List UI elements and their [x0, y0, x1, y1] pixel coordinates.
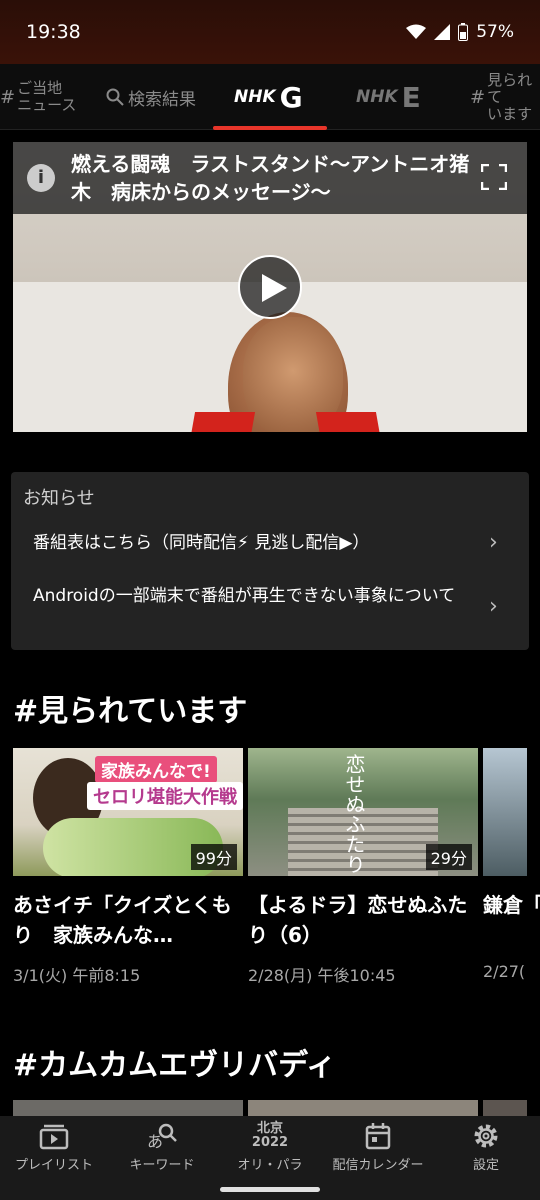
channel-tabs: # ご当地 ニュース 検索結果 NHK G NHK E # 見られて います [0, 64, 540, 130]
beijing-icon-line1: 北京 [256, 1121, 283, 1136]
hash-icon: # [470, 86, 486, 108]
nhk-g-brand: NHK [234, 87, 276, 107]
home-indicator[interactable] [220, 1187, 320, 1192]
keyword-search-icon: あ [147, 1123, 177, 1150]
program-thumbnail: 恋せぬふたり 29分 [248, 748, 478, 876]
tab-nhk-g[interactable]: NHK G [234, 64, 303, 130]
program-title: あさイチ「クイズとくもり 家族みんな… [13, 893, 232, 947]
video-player[interactable]: i 燃える闘魂 ラストスタンド～アントニオ猪木 病床からのメッセージ～ [13, 142, 527, 432]
notice-heading: お知らせ [23, 488, 95, 509]
section-title-comecome: #カムカムエヴリバディ [13, 1048, 337, 1083]
thumbnail-banner: セロリ堪能大作戦 [87, 782, 243, 810]
tab-local-news[interactable]: # ご当地 ニュース [0, 64, 90, 130]
bottom-navigation: プレイリスト あ キーワード 北京 2022 オリ・パラ 配信カレンダー 設定 [0, 1116, 540, 1180]
notice-item-schedule[interactable]: 番組表はこちら（同時配信⚡ 見逃し配信▶） [33, 529, 473, 557]
thumbnail-banner: 家族みんなで! [95, 756, 217, 783]
duration-badge: 29分 [425, 844, 472, 870]
signal-icon [434, 24, 451, 40]
nav-playlist[interactable]: プレイリスト [0, 1116, 108, 1180]
beijing-2022-icon: 北京 2022 [216, 1122, 324, 1150]
wifi-icon [406, 24, 427, 39]
video-title-bar: i 燃える闘魂 ラストスタンド～アントニオ猪木 病床からのメッセージ～ [13, 142, 527, 214]
tab-search-results[interactable]: 検索結果 [106, 64, 196, 130]
nav-keyword[interactable]: あ キーワード [108, 1116, 216, 1180]
nav-calendar[interactable]: 配信カレンダー [324, 1116, 432, 1180]
status-bar: 19:38 57% [0, 0, 540, 64]
nhk-g-letter: G [279, 80, 303, 114]
program-card[interactable]: 鎌倉「い 2/27( [483, 748, 540, 981]
play-button[interactable] [238, 255, 302, 319]
chevron-right-icon: › [489, 530, 498, 555]
video-title: 燃える闘魂 ラストスタンド～アントニオ猪木 病床からのメッセージ～ [71, 152, 470, 204]
chevron-right-icon: › [489, 594, 498, 619]
tab-local-line2: ニュース [17, 96, 77, 114]
active-tab-indicator [213, 126, 327, 130]
nhk-e-letter: E [401, 80, 421, 114]
tab-popular-line2: います [487, 104, 533, 123]
program-thumbnail [483, 748, 527, 876]
duration-badge: 99分 [190, 844, 237, 870]
status-time: 19:38 [26, 21, 81, 43]
nav-playlist-label: プレイリスト [14, 1158, 93, 1173]
tab-local-line1: ご当地 [17, 79, 63, 97]
thumbnail-title-text: 恋せぬふたり [342, 754, 366, 874]
calendar-icon [365, 1123, 391, 1150]
play-icon [262, 274, 287, 302]
tab-nhk-e[interactable]: NHK E [356, 64, 421, 130]
tab-popular-label: 見られて います [487, 70, 540, 123]
program-date: 2/28(月) 午後10:45 [248, 966, 396, 985]
tab-local-news-label: ご当地 ニュース [17, 80, 76, 114]
tab-popular[interactable]: # 見られて います [470, 64, 540, 130]
battery-percent: 57% [476, 22, 514, 42]
search-icon [106, 88, 124, 106]
program-title: 鎌倉「い [483, 893, 540, 917]
gear-icon [474, 1124, 498, 1148]
tab-popular-line1: 見られて [487, 70, 533, 106]
program-date: 2/27( [483, 962, 526, 981]
program-title: 【よるドラ】恋せぬふたり（6） [248, 893, 468, 947]
nav-settings-label: 設定 [472, 1158, 499, 1173]
status-icons: 57% [406, 22, 514, 42]
program-date: 3/1(火) 午前8:15 [13, 966, 141, 985]
program-card[interactable]: 家族みんなで! セロリ堪能大作戦 99分 あさイチ「クイズとくもり 家族みんな…… [13, 748, 243, 986]
tab-search-label: 検索結果 [128, 89, 196, 110]
notice-item-android-issue[interactable]: Androidの一部端末で番組が再生できない事象について [33, 582, 473, 610]
program-card[interactable]: 恋せぬふたり 29分 【よるドラ】恋せぬふたり（6） 2/28(月) 午後10:… [248, 748, 478, 986]
program-thumbnail: 家族みんなで! セロリ堪能大作戦 99分 [13, 748, 243, 876]
nav-keyword-label: キーワード [129, 1158, 195, 1173]
beijing-icon-line2: 2022 [251, 1135, 289, 1150]
nhk-e-brand: NHK [356, 87, 398, 107]
hash-icon: # [0, 86, 16, 108]
playlist-icon [39, 1124, 69, 1150]
nav-calendar-label: 配信カレンダー [332, 1158, 424, 1173]
nav-olympics[interactable]: 北京 2022 オリ・パラ [216, 1116, 324, 1180]
notice-panel: お知らせ 番組表はこちら（同時配信⚡ 見逃し配信▶） › Androidの一部端… [11, 472, 529, 650]
fullscreen-icon[interactable] [481, 164, 507, 190]
nav-olympics-label: オリ・パラ [237, 1158, 303, 1173]
nav-settings[interactable]: 設定 [432, 1116, 540, 1180]
system-navigation-bar [0, 1180, 540, 1200]
section-title-popular: #見られています [13, 694, 248, 729]
info-icon[interactable]: i [27, 164, 55, 192]
battery-icon [458, 23, 469, 41]
